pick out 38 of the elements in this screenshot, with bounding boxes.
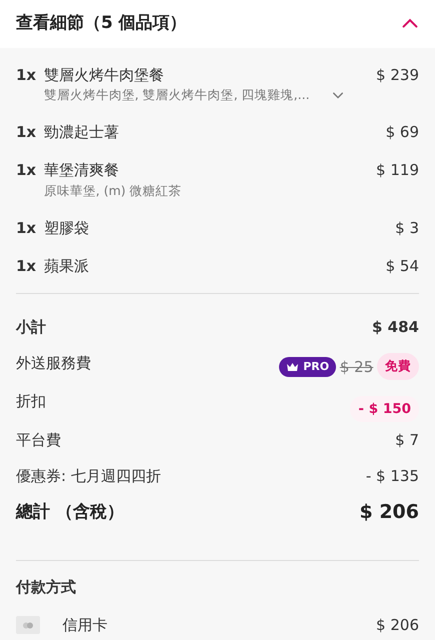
free-badge: 免費 — [377, 353, 419, 380]
discount-value: - $ 150 — [350, 396, 419, 422]
summary-value: - $ 135 — [366, 466, 419, 487]
item-price: $ 54 — [386, 256, 419, 277]
item-name: 蘋果派 — [44, 256, 90, 277]
crown-icon — [286, 362, 300, 372]
summary-label: 平台費 — [16, 430, 61, 451]
summary-value: $ 7 — [395, 430, 419, 451]
original-price: $ 25 — [340, 356, 374, 378]
item-price: $ 239 — [376, 64, 419, 86]
item-name: 雙層火烤牛肉堡餐 — [44, 64, 165, 86]
item-description: 雙層火烤牛肉堡, 雙層火烤牛肉堡, 四塊雞塊,... — [44, 86, 310, 104]
summary-value: $ 484 — [372, 316, 419, 338]
item-quantity: 1x — [16, 218, 38, 238]
payment-amount: $ 206 — [376, 614, 419, 636]
pro-badge: PRO — [279, 356, 336, 377]
summary-label: 小計 — [16, 316, 46, 338]
payment-heading: 付款方式 — [16, 577, 77, 598]
item-quantity: 1x — [16, 160, 38, 182]
summary-label: 折扣 — [16, 391, 46, 412]
item-name: 華堡清爽餐 — [44, 160, 120, 182]
item-price: $ 119 — [376, 160, 419, 182]
summary-label: 優惠券: 七月週四四折 — [16, 466, 161, 487]
item-name: 塑膠袋 — [44, 218, 90, 238]
item-description: 原味華堡, (m) 微糖紅茶 — [44, 182, 182, 200]
item-name: 勁濃起士薯 — [44, 122, 120, 143]
details-header[interactable]: 查看細節（5 個品項） — [0, 0, 435, 48]
credit-card-icon — [16, 616, 40, 634]
item-price: $ 69 — [386, 122, 419, 143]
summary-label: 外送服務費 — [16, 352, 91, 374]
item-quantity: 1x — [16, 64, 38, 86]
payment-method: 信用卡 — [62, 614, 108, 636]
item-price: $ 3 — [395, 218, 419, 238]
total-value: $ 206 — [360, 500, 419, 525]
item-quantity: 1x — [16, 122, 38, 143]
item-quantity: 1x — [16, 256, 38, 277]
section-title: 查看細節（5 個品項） — [16, 12, 187, 36]
total-label: 總計 （含稅） — [16, 500, 124, 524]
